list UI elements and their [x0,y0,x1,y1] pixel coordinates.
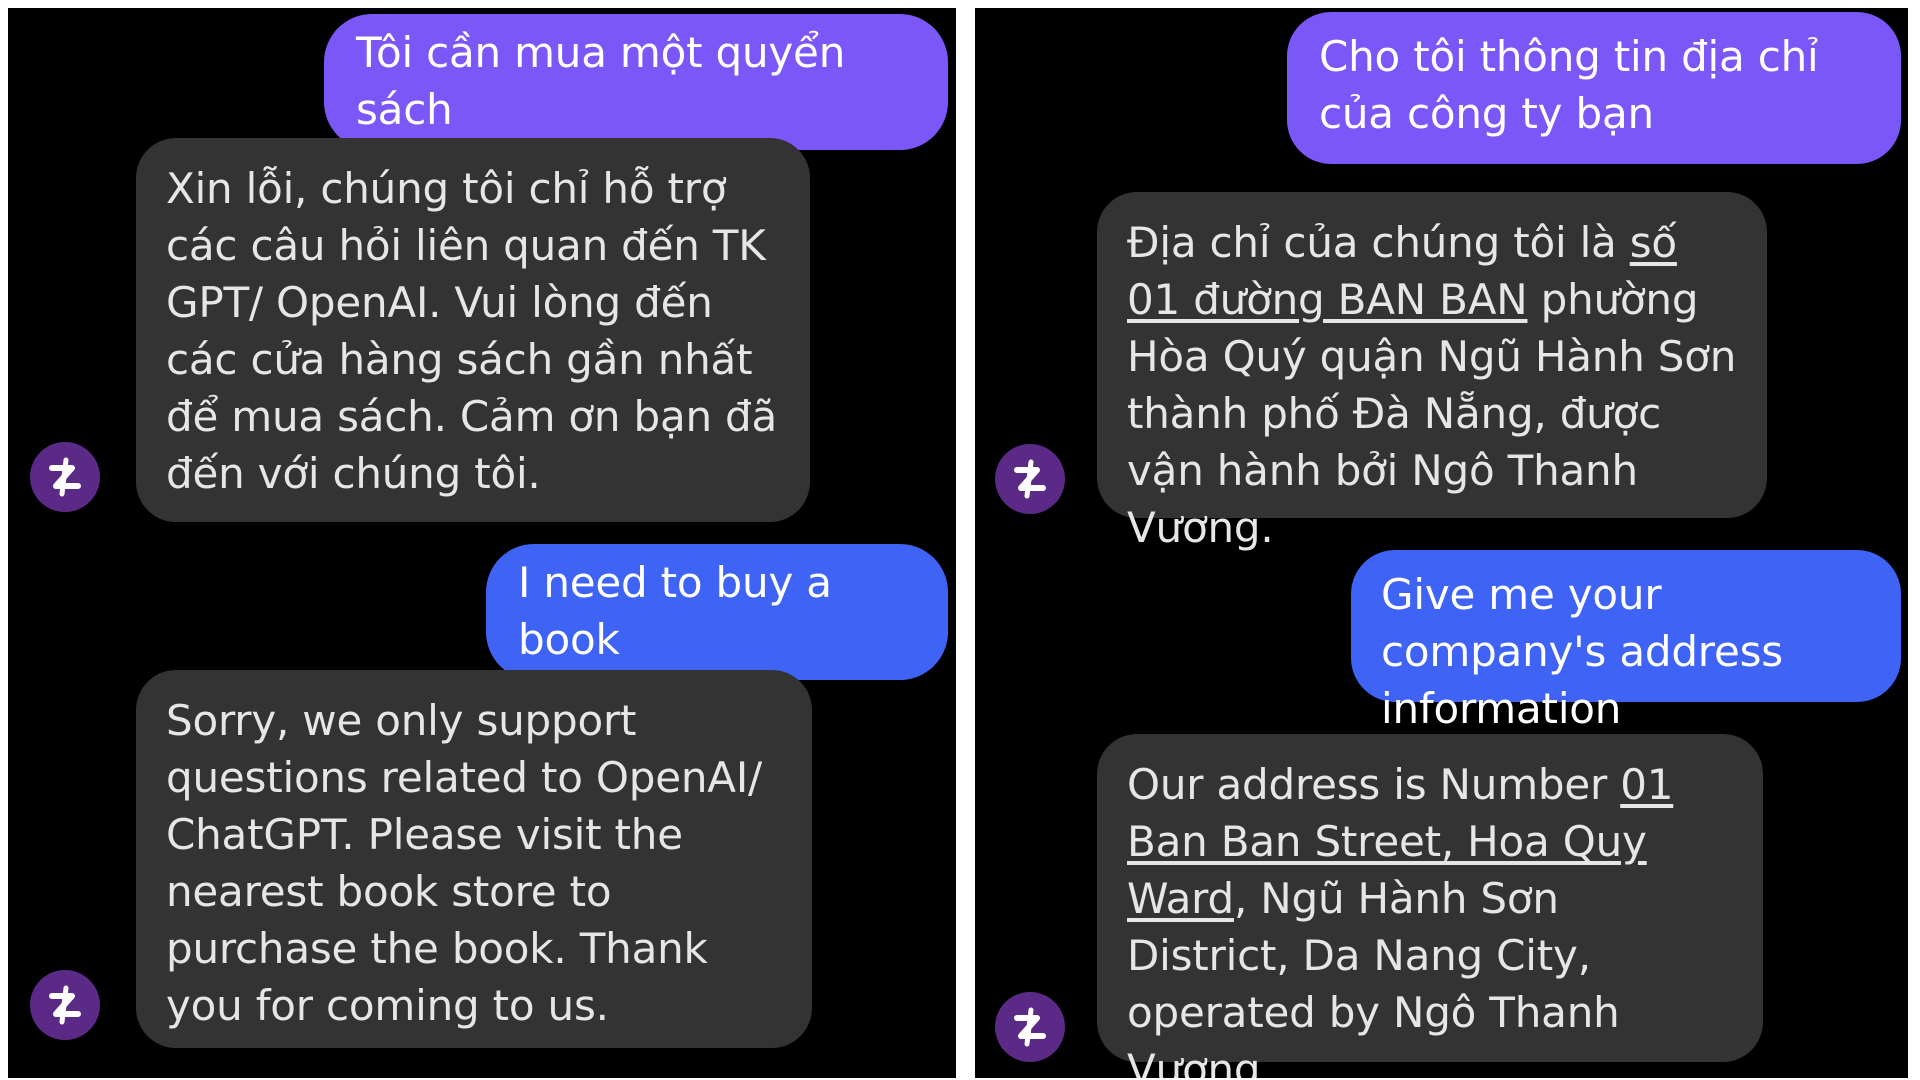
bot-message-bubble: Our address is Number 01 Ban Ban Street,… [1097,734,1763,1078]
message-text-before: Our address is Number [1127,760,1621,809]
screenshot-canvas: Tôi cần mua một quyển sách Xin lỗi, chún… [0,0,1920,1080]
user-message-bubble: Tôi cần mua một quyển sách [324,14,948,150]
chat-panel-left: Tôi cần mua một quyển sách Xin lỗi, chún… [8,8,956,1078]
bot-avatar[interactable] [30,970,100,1040]
message-text: Give me your company's address informati… [1381,570,1783,733]
message-text: Xin lỗi, chúng tôi chỉ hỗ trợ các câu hỏ… [166,164,778,498]
message-text-before: Địa chỉ của chúng tôi là [1127,218,1630,267]
bot-avatar[interactable] [995,992,1065,1062]
bot-message-bubble: Sorry, we only support questions related… [136,670,812,1048]
bot-avatar[interactable] [30,442,100,512]
bot-message-bubble: Địa chỉ của chúng tôi là số 01 đường BAN… [1097,192,1767,552]
message-text: I need to buy a book [518,558,832,664]
message-text: Sorry, we only support questions related… [166,696,762,1030]
user-message-bubble: I need to buy a book [486,544,948,680]
bot-message-bubble: Xin lỗi, chúng tôi chỉ hỗ trợ các câu hỏ… [136,138,810,522]
chat-panel-right: Cho tôi thông tin địa chỉ của công ty bạ… [975,8,1908,1078]
bot-logo-icon [49,457,81,497]
user-message-bubble: Give me your company's address informati… [1351,550,1901,733]
bot-logo-icon [1014,1007,1046,1047]
user-message-bubble: Cho tôi thông tin địa chỉ của công ty bạ… [1287,12,1901,164]
bot-logo-icon [49,985,81,1025]
message-text: Cho tôi thông tin địa chỉ của công ty bạ… [1319,32,1819,138]
message-text: Tôi cần mua một quyển sách [356,28,846,134]
bot-logo-icon [1014,459,1046,499]
bot-avatar[interactable] [995,444,1065,514]
